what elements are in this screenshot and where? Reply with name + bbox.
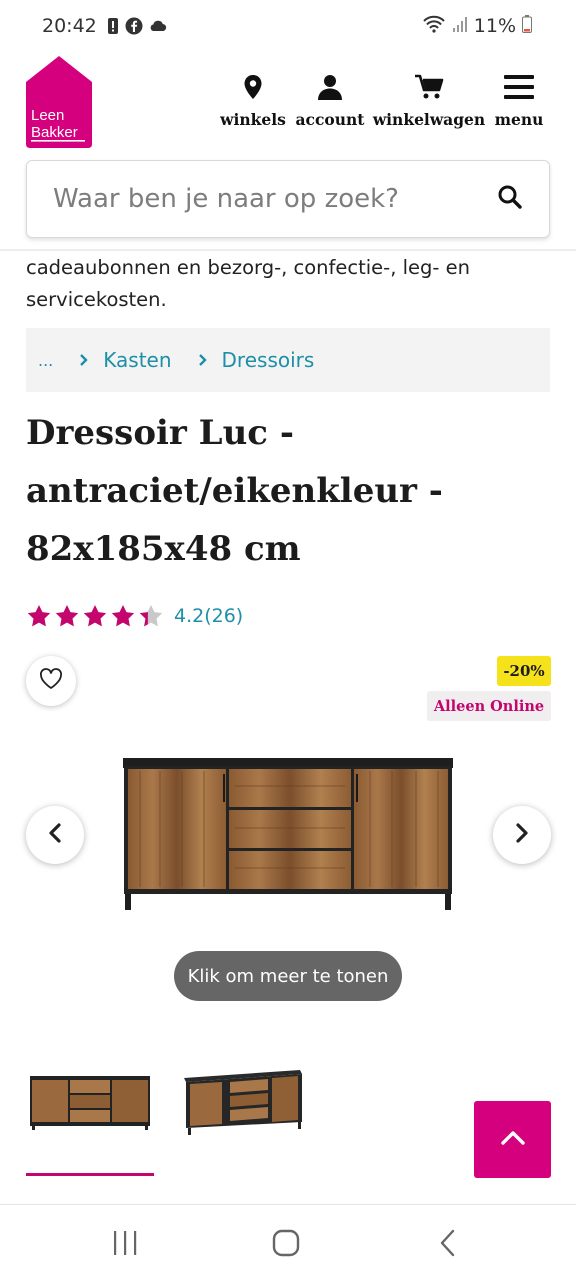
- battery-icon: [522, 14, 532, 38]
- user-icon: [317, 74, 343, 104]
- svg-text:Leen: Leen: [31, 107, 64, 124]
- active-thumbnail-indicator: [26, 1173, 154, 1176]
- star-full-icon: [83, 605, 107, 627]
- nav-account[interactable]: account: [295, 74, 365, 129]
- site-header: Leen Bakker winkels account winkelwagen …: [0, 52, 576, 152]
- thumbnail-2[interactable]: [182, 1066, 304, 1142]
- status-time: 20:42: [42, 15, 97, 37]
- heart-icon: [39, 668, 63, 694]
- online-only-badge: Alleen Online: [427, 691, 551, 721]
- rating-stars: [26, 604, 164, 628]
- nav-winkels[interactable]: winkels: [220, 74, 286, 129]
- breadcrumb-kasten[interactable]: Kasten: [103, 348, 171, 372]
- back-icon[interactable]: [438, 1229, 458, 1261]
- nav-label-winkelwagen: winkelwagen: [372, 110, 486, 129]
- signal-icon: [452, 15, 468, 38]
- gallery-prev-button[interactable]: [26, 806, 84, 864]
- chevron-left-icon: [47, 822, 63, 848]
- system-navigation-bar: [0, 1204, 576, 1280]
- battery-alert-icon: [107, 17, 119, 35]
- show-more-button[interactable]: Klik om meer te tonen: [174, 951, 402, 1001]
- chevron-up-icon: [500, 1129, 526, 1151]
- search-bar: [26, 160, 550, 238]
- star-full-icon: [111, 605, 135, 627]
- cloud-icon: [149, 19, 167, 33]
- product-title: Dressoir Luc - antraciet/eikenkleur - 82…: [26, 413, 443, 569]
- nav-label-winkels: winkels: [220, 110, 286, 129]
- chevron-right-icon: [79, 353, 89, 367]
- status-bar: 20:42 11%: [0, 0, 576, 52]
- chevron-right-icon: [514, 822, 530, 848]
- home-icon[interactable]: [272, 1229, 300, 1261]
- chevron-right-icon: [198, 353, 208, 367]
- breadcrumb-dressoirs[interactable]: Dressoirs: [222, 348, 315, 372]
- star-full-icon: [27, 605, 51, 627]
- cart-icon: [414, 74, 444, 104]
- wifi-icon: [422, 15, 446, 38]
- nav-winkelwagen[interactable]: winkelwagen: [372, 74, 486, 129]
- intro-text: cadeaubonnen en bezorg-, confectie-, leg…: [26, 256, 470, 311]
- breadcrumb-ellipsis[interactable]: ...: [38, 351, 53, 370]
- nav-label-menu: menu: [494, 110, 544, 129]
- product-image[interactable]: [120, 756, 456, 912]
- recent-apps-icon[interactable]: [112, 1229, 138, 1261]
- nav-menu[interactable]: menu: [494, 74, 544, 129]
- product-rating[interactable]: 4.2(26): [26, 604, 243, 628]
- discount-badge: -20%: [497, 656, 551, 686]
- hamburger-menu-icon: [504, 74, 534, 104]
- star-partial-icon: [139, 605, 163, 627]
- thumbnail-1[interactable]: [30, 1066, 150, 1134]
- rating-score[interactable]: 4.2(26): [174, 605, 243, 627]
- breadcrumb: ... Kasten Dressoirs: [26, 328, 550, 392]
- header-divider: [0, 249, 576, 251]
- favorite-button[interactable]: [26, 656, 76, 706]
- star-full-icon: [55, 605, 79, 627]
- location-pin-icon: [243, 74, 263, 104]
- battery-percentage: 11%: [473, 15, 516, 37]
- back-to-top-button[interactable]: [474, 1101, 551, 1178]
- search-input[interactable]: [53, 184, 497, 214]
- search-icon[interactable]: [497, 184, 523, 214]
- svg-text:Bakker: Bakker: [31, 124, 78, 141]
- gallery-next-button[interactable]: [493, 806, 551, 864]
- nav-label-account: account: [295, 110, 365, 129]
- leen-bakker-logo[interactable]: Leen Bakker: [26, 56, 92, 148]
- facebook-icon: [125, 17, 143, 35]
